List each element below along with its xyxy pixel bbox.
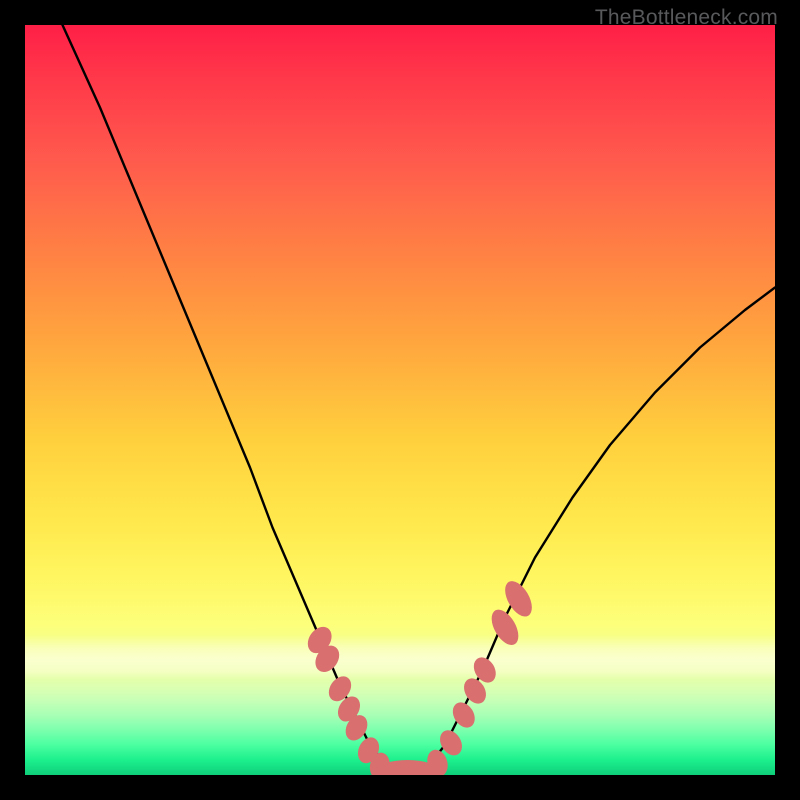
- chart-frame: TheBottleneck.com: [0, 0, 800, 800]
- watermark-text: TheBottleneck.com: [595, 6, 778, 30]
- plot-background: [25, 25, 775, 775]
